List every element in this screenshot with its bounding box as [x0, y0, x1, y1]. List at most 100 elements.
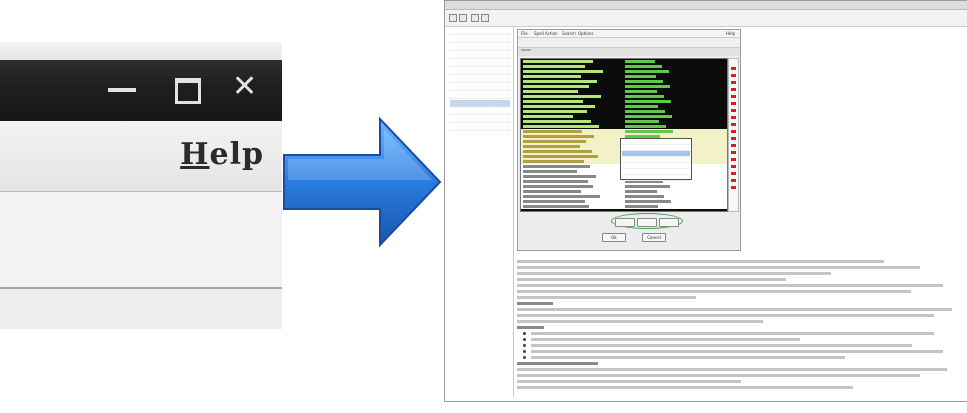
cell-bar — [523, 90, 578, 93]
cell-bar — [523, 185, 593, 188]
toc-item[interactable] — [450, 124, 510, 131]
toc-item[interactable] — [450, 76, 510, 83]
cell-bar — [625, 85, 670, 88]
app-toolbar — [518, 38, 740, 48]
toc-item[interactable] — [450, 84, 510, 91]
cell-bar — [625, 125, 666, 128]
table-row[interactable] — [521, 204, 727, 209]
cell-bar — [523, 120, 591, 123]
home-button[interactable] — [471, 14, 479, 22]
cell-bar — [523, 130, 582, 133]
help-mnemonic: H — [180, 137, 210, 172]
text-line — [517, 386, 853, 389]
error-marker — [731, 130, 736, 133]
text-line — [522, 350, 944, 353]
text-line — [517, 326, 544, 329]
text-line — [517, 260, 885, 263]
cell-bar — [625, 75, 656, 78]
menu-spell-action[interactable]: Spell Action — [534, 31, 558, 36]
error-marker — [731, 165, 736, 168]
cell-bar — [625, 130, 673, 133]
toc-item[interactable] — [450, 68, 510, 75]
cell-bar — [523, 85, 589, 88]
cell-bar — [523, 125, 599, 128]
toc-item[interactable] — [450, 108, 510, 115]
cell-bar — [625, 115, 672, 118]
text-line — [523, 356, 845, 359]
menu-search[interactable]: Search — [562, 31, 576, 36]
text-line — [517, 374, 921, 377]
menu-file[interactable]: File — [521, 31, 528, 36]
cancel-button[interactable]: Cancel — [642, 233, 666, 242]
error-marker — [731, 137, 736, 140]
error-marker — [731, 81, 736, 84]
text-line — [517, 290, 912, 293]
cell-bar — [625, 205, 658, 208]
cell-bar — [625, 90, 657, 93]
zoomed-window-crop: ✕ Help — [0, 42, 282, 329]
menu-bar: Help — [0, 121, 282, 192]
window-titlebar: ✕ — [0, 42, 282, 121]
cell-bar — [625, 110, 665, 113]
toc-item[interactable] — [450, 100, 510, 107]
text-line — [517, 368, 948, 371]
cell-bar — [523, 180, 588, 183]
cell-bar — [625, 200, 671, 203]
browser-titlebar — [445, 1, 967, 10]
option-button-1[interactable] — [615, 218, 635, 227]
print-button[interactable] — [481, 14, 489, 22]
back-button[interactable] — [449, 14, 457, 22]
error-marker — [731, 67, 736, 70]
menu-options[interactable]: Options — [578, 31, 593, 36]
right-arrow-icon — [283, 116, 442, 248]
dropdown-list[interactable] — [620, 138, 692, 181]
toolbar-area — [0, 192, 282, 287]
cell-bar — [625, 60, 655, 63]
table-scrollbar[interactable] — [728, 58, 739, 212]
maximize-button[interactable] — [175, 78, 201, 104]
cell-bar — [523, 165, 590, 168]
close-button[interactable]: ✕ — [232, 72, 257, 102]
cell-bar — [523, 205, 589, 208]
embedded-app-screenshot: File Spell Action Search Options Help Ok… — [517, 29, 741, 251]
dropdown-option[interactable] — [622, 175, 690, 181]
cell-bar — [523, 110, 587, 113]
toc-item[interactable] — [450, 44, 510, 51]
toc-item[interactable] — [450, 92, 510, 99]
text-line — [517, 320, 764, 323]
toc-item[interactable] — [450, 116, 510, 123]
error-marker — [731, 95, 736, 98]
cell-bar — [523, 160, 584, 163]
error-marker — [731, 158, 736, 161]
error-marker — [731, 179, 736, 182]
cell-bar — [625, 120, 659, 123]
text-line — [517, 380, 741, 383]
cell-bar — [523, 80, 597, 83]
text-line — [517, 308, 952, 311]
cell-bar — [625, 105, 658, 108]
toc-item[interactable] — [450, 36, 510, 43]
ok-button[interactable]: Ok — [602, 233, 626, 242]
option-button-2[interactable] — [637, 218, 657, 227]
cell-bar — [625, 185, 670, 188]
toc-item[interactable] — [450, 28, 510, 35]
menu-help-mini[interactable]: Help — [726, 31, 735, 36]
help-label-rest: elp — [209, 137, 264, 172]
cell-bar — [523, 70, 603, 73]
menu-help[interactable]: Help — [180, 137, 264, 172]
cell-bar — [523, 170, 577, 173]
minimize-button[interactable] — [108, 88, 136, 92]
cell-bar — [523, 65, 585, 68]
cell-bar — [625, 65, 662, 68]
cell-bar — [523, 155, 598, 158]
cell-bar — [523, 60, 593, 63]
option-button-3[interactable] — [659, 218, 679, 227]
toc-item[interactable] — [450, 60, 510, 67]
cell-bar — [523, 175, 596, 178]
tab-active[interactable] — [521, 49, 531, 51]
toc-item[interactable] — [450, 52, 510, 59]
text-line — [517, 296, 697, 299]
text-line — [517, 266, 921, 269]
forward-button[interactable] — [459, 14, 467, 22]
text-line — [523, 344, 912, 347]
